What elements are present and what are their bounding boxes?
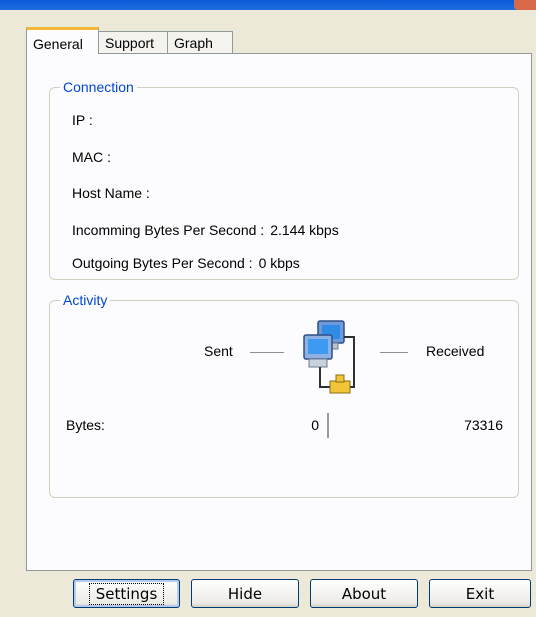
hide-button[interactable]: Hide bbox=[191, 579, 299, 608]
tab-graph[interactable]: Graph bbox=[167, 31, 233, 53]
hostname-row: Host Name : bbox=[72, 184, 156, 202]
outgoing-label: Outgoing Bytes Per Second : bbox=[72, 255, 253, 271]
activity-group: Activity bbox=[49, 291, 519, 498]
sent-label: Sent bbox=[204, 343, 233, 359]
tab-support[interactable]: Support bbox=[98, 31, 168, 53]
settings-button-label: Settings bbox=[88, 582, 165, 605]
ip-row: IP : bbox=[72, 111, 99, 129]
hostname-label: Host Name : bbox=[72, 185, 150, 201]
outgoing-value: 0 kbps bbox=[258, 255, 300, 271]
ip-label: IP : bbox=[72, 112, 93, 128]
connection-group-title: Connection bbox=[60, 78, 137, 96]
received-label: Received bbox=[426, 343, 485, 359]
close-button-edge[interactable] bbox=[514, 0, 536, 10]
window-titlebar bbox=[0, 0, 536, 10]
mac-row: MAC : bbox=[72, 148, 117, 166]
about-button[interactable]: About bbox=[310, 579, 418, 608]
mac-label: MAC : bbox=[72, 149, 111, 165]
incoming-value: 2.144 kbps bbox=[270, 222, 339, 238]
tab-graph-label: Graph bbox=[174, 35, 213, 51]
bytes-label: Bytes: bbox=[66, 417, 105, 433]
outgoing-row: Outgoing Bytes Per Second : 0 kbps bbox=[72, 254, 300, 272]
incoming-label: Incomming Bytes Per Second : bbox=[72, 222, 265, 238]
exit-button[interactable]: Exit bbox=[429, 579, 531, 608]
bytes-sent-value: 0 bbox=[311, 417, 319, 433]
tab-general[interactable]: General bbox=[26, 27, 99, 54]
tab-panel-general: Connection IP : MAC : Host Name : Incomm… bbox=[26, 53, 532, 571]
tab-support-label: Support bbox=[105, 35, 155, 51]
bytes-received-value: 73316 bbox=[464, 417, 503, 433]
hide-button-label: Hide bbox=[227, 584, 263, 603]
incoming-row: Incomming Bytes Per Second : 2.144 kbps bbox=[72, 221, 339, 239]
settings-button[interactable]: Settings bbox=[73, 579, 180, 608]
sent-connector-line bbox=[250, 352, 284, 353]
received-connector-line bbox=[380, 352, 408, 353]
bytes-divider bbox=[327, 413, 329, 438]
activity-group-title: Activity bbox=[60, 291, 111, 309]
network-computers-icon bbox=[298, 317, 368, 397]
about-button-label: About bbox=[341, 584, 387, 603]
tab-general-label: General bbox=[33, 36, 83, 52]
exit-button-label: Exit bbox=[465, 584, 495, 603]
